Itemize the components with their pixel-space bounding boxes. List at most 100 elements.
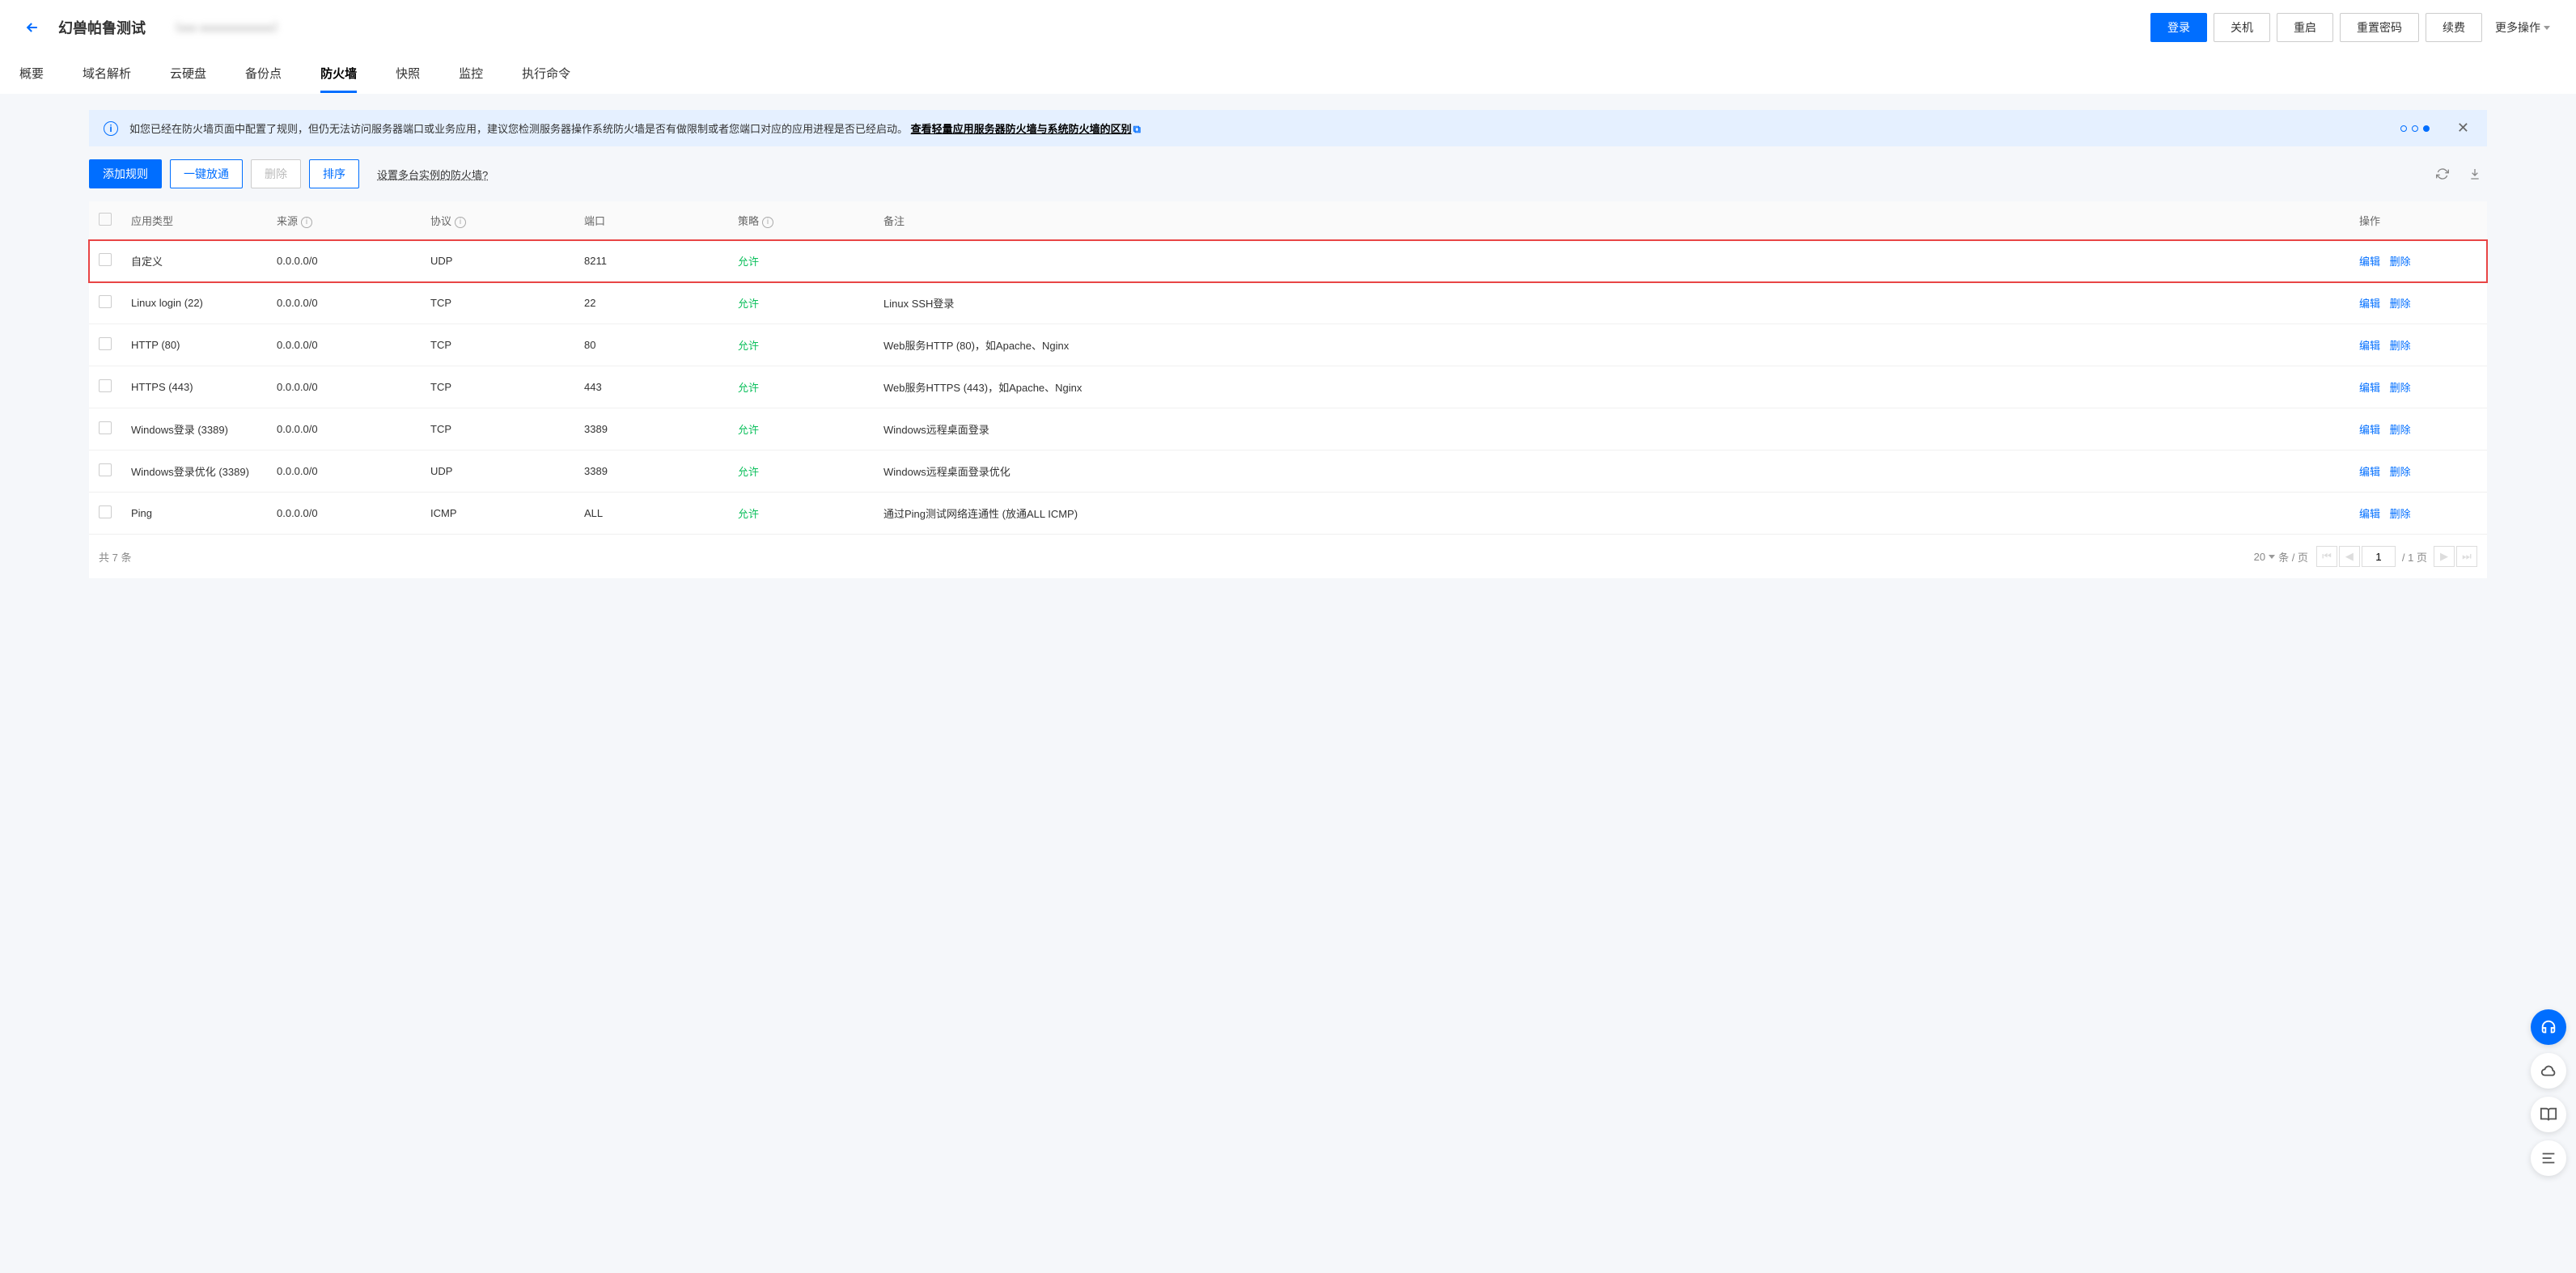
info-icon: i	[104, 121, 118, 136]
tab-overview[interactable]: 概要	[19, 55, 44, 93]
cell-port: 3389	[574, 408, 728, 450]
cell-type: HTTP (80)	[121, 324, 267, 366]
help-icon[interactable]: i	[455, 217, 466, 228]
edit-link[interactable]: 编辑	[2359, 382, 2380, 394]
more-actions-label: 更多操作	[2495, 19, 2540, 36]
tab-backup[interactable]: 备份点	[245, 55, 282, 93]
header-action: 操作	[2359, 215, 2380, 227]
refresh-icon	[2436, 167, 2449, 180]
tab-exec[interactable]: 执行命令	[522, 55, 570, 93]
page-nav: ⏮ ◀ / 1 页 ▶ ⏭	[2316, 546, 2477, 567]
multi-instance-link[interactable]: 设置多台实例的防火墙?	[377, 167, 488, 182]
delete-link[interactable]: 删除	[2390, 298, 2411, 310]
row-checkbox[interactable]	[99, 463, 112, 476]
cell-policy: 允许	[728, 493, 874, 535]
login-button[interactable]: 登录	[2150, 13, 2207, 42]
dot-1[interactable]	[2400, 125, 2407, 132]
delete-link[interactable]: 删除	[2390, 340, 2411, 352]
banner-text: 如您已经在防火墙页面中配置了规则，但仍无法访问服务器端口或业务应用，建议您检测服…	[129, 121, 2376, 136]
cell-type: Windows登录 (3389)	[121, 408, 267, 450]
row-checkbox[interactable]	[99, 505, 112, 518]
last-page-button: ⏭	[2456, 546, 2477, 567]
rules-table-card: 应用类型 来源i 协议i 端口 策略i 备注 操作 自定义 0.0.0.0/0 …	[89, 201, 2487, 578]
select-all-checkbox[interactable]	[99, 213, 112, 226]
menu-button[interactable]	[2531, 1140, 2566, 1176]
edit-link[interactable]: 编辑	[2359, 424, 2380, 436]
delete-link[interactable]: 删除	[2390, 256, 2411, 268]
header-port: 端口	[584, 215, 605, 227]
refresh-button[interactable]	[2430, 162, 2455, 186]
row-checkbox[interactable]	[99, 379, 112, 392]
edit-link[interactable]: 编辑	[2359, 340, 2380, 352]
cell-note: Windows远程桌面登录优化	[874, 450, 2349, 493]
cell-source: 0.0.0.0/0	[267, 240, 421, 282]
one-click-button[interactable]: 一键放通	[170, 159, 243, 188]
page-header: 幻兽帕鲁测试 （xxx xxxxxxxxxxxxx） 登录 关机 重启 重置密码…	[0, 0, 2576, 55]
cell-type: HTTPS (443)	[121, 366, 267, 408]
tab-dns[interactable]: 域名解析	[83, 55, 131, 93]
close-banner-button[interactable]: ✕	[2454, 120, 2472, 137]
more-actions-button[interactable]: 更多操作	[2489, 14, 2557, 41]
content-area: i 如您已经在防火墙页面中配置了规则，但仍无法访问服务器端口或业务应用，建议您检…	[0, 94, 2576, 611]
renew-button[interactable]: 续费	[2426, 13, 2482, 42]
total-pages: / 1 页	[2402, 549, 2427, 565]
dot-3[interactable]	[2423, 125, 2430, 132]
cell-protocol: TCP	[421, 282, 574, 324]
row-checkbox[interactable]	[99, 337, 112, 350]
cloud-button[interactable]	[2531, 1053, 2566, 1089]
edit-link[interactable]: 编辑	[2359, 466, 2380, 478]
cell-policy: 允许	[728, 408, 874, 450]
reset-password-button[interactable]: 重置密码	[2340, 13, 2419, 42]
header-type: 应用类型	[131, 215, 173, 227]
shutdown-button[interactable]: 关机	[2214, 13, 2270, 42]
download-icon	[2468, 167, 2481, 180]
support-chat-button[interactable]	[2531, 1009, 2566, 1045]
table-row: Linux login (22) 0.0.0.0/0 TCP 22 允许 Lin…	[89, 282, 2487, 324]
page-size-select[interactable]: 20 条 / 页	[2254, 549, 2308, 565]
help-icon[interactable]: i	[762, 217, 773, 228]
pagination: 共 7 条 20 条 / 页 ⏮ ◀ / 1 页 ▶ ⏭	[89, 535, 2487, 578]
sort-button[interactable]: 排序	[309, 159, 359, 188]
header-policy: 策略	[738, 215, 759, 227]
help-icon[interactable]: i	[301, 217, 312, 228]
delete-link[interactable]: 删除	[2390, 424, 2411, 436]
dot-2[interactable]	[2412, 125, 2418, 132]
download-button[interactable]	[2463, 162, 2487, 186]
tab-monitor[interactable]: 监控	[459, 55, 483, 93]
back-button[interactable]	[19, 15, 45, 40]
page-input[interactable]	[2362, 546, 2396, 567]
cell-actions: 编辑 删除	[2349, 450, 2487, 493]
tabs-bar: 概要 域名解析 云硬盘 备份点 防火墙 快照 监控 执行命令	[0, 55, 2576, 94]
cell-type: 自定义	[121, 240, 267, 282]
rules-table: 应用类型 来源i 协议i 端口 策略i 备注 操作 自定义 0.0.0.0/0 …	[89, 201, 2487, 535]
tab-snapshot[interactable]: 快照	[396, 55, 420, 93]
row-checkbox[interactable]	[99, 253, 112, 266]
cell-source: 0.0.0.0/0	[267, 282, 421, 324]
header-note: 备注	[883, 215, 905, 227]
row-checkbox[interactable]	[99, 421, 112, 434]
page-title: 幻兽帕鲁测试	[58, 17, 146, 38]
header-actions: 登录 关机 重启 重置密码 续费 更多操作	[2150, 13, 2557, 42]
banner-prefix: 如您已经在防火墙页面中配置了规则，但仍无法访问服务器端口或业务应用，建议您检测服…	[129, 123, 908, 135]
cell-port: 3389	[574, 450, 728, 493]
cell-actions: 编辑 删除	[2349, 408, 2487, 450]
edit-link[interactable]: 编辑	[2359, 256, 2380, 268]
delete-link[interactable]: 删除	[2390, 508, 2411, 520]
add-rule-button[interactable]: 添加规则	[89, 159, 162, 188]
cell-note: Web服务HTTP (80)，如Apache、Nginx	[874, 324, 2349, 366]
edit-link[interactable]: 编辑	[2359, 298, 2380, 310]
tab-disk[interactable]: 云硬盘	[170, 55, 206, 93]
row-checkbox[interactable]	[99, 295, 112, 308]
cell-note: 通过Ping测试网络连通性 (放通ALL ICMP)	[874, 493, 2349, 535]
cell-source: 0.0.0.0/0	[267, 324, 421, 366]
tab-firewall[interactable]: 防火墙	[320, 55, 357, 93]
delete-link[interactable]: 删除	[2390, 382, 2411, 394]
float-sidebar	[2531, 1009, 2566, 1176]
edit-link[interactable]: 编辑	[2359, 508, 2380, 520]
delete-link[interactable]: 删除	[2390, 466, 2411, 478]
docs-button[interactable]	[2531, 1097, 2566, 1132]
restart-button[interactable]: 重启	[2277, 13, 2333, 42]
page-size-value: 20	[2254, 551, 2265, 563]
banner-link[interactable]: 查看轻量应用服务器防火墙与系统防火墙的区别 ⧉	[911, 123, 1141, 135]
external-link-icon: ⧉	[1133, 123, 1141, 136]
